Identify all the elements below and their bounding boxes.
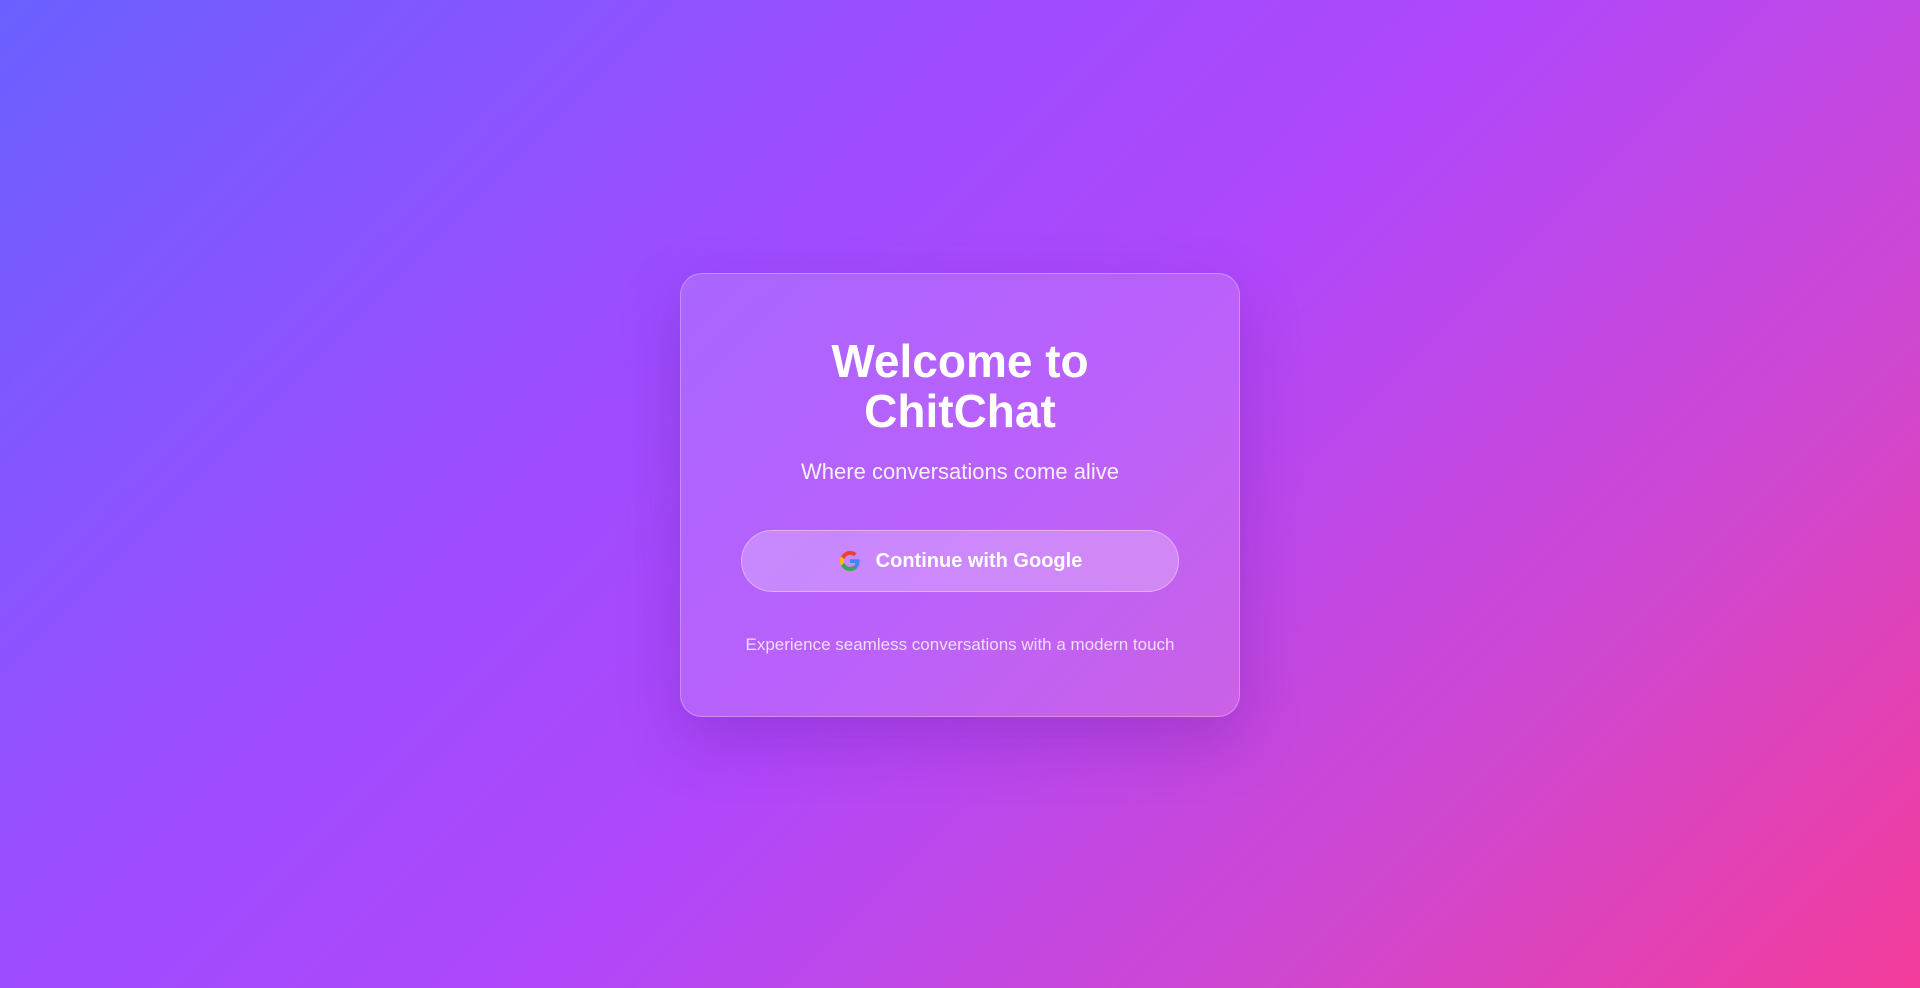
google-button-label: Continue with Google — [875, 549, 1083, 572]
login-page: { "welcome": { "title": "Welcome to Chit… — [0, 0, 1920, 988]
continue-with-google-button[interactable]: Continue with Google — [741, 530, 1179, 592]
tagline: Experience seamless conversations with a… — [745, 635, 1175, 654]
page-title: Welcome to ChitChat — [831, 335, 1089, 437]
google-icon — [838, 549, 862, 573]
subtitle: Where conversations come alive — [801, 459, 1119, 484]
welcome-card: Welcome to ChitChat Where conversations … — [680, 273, 1240, 717]
